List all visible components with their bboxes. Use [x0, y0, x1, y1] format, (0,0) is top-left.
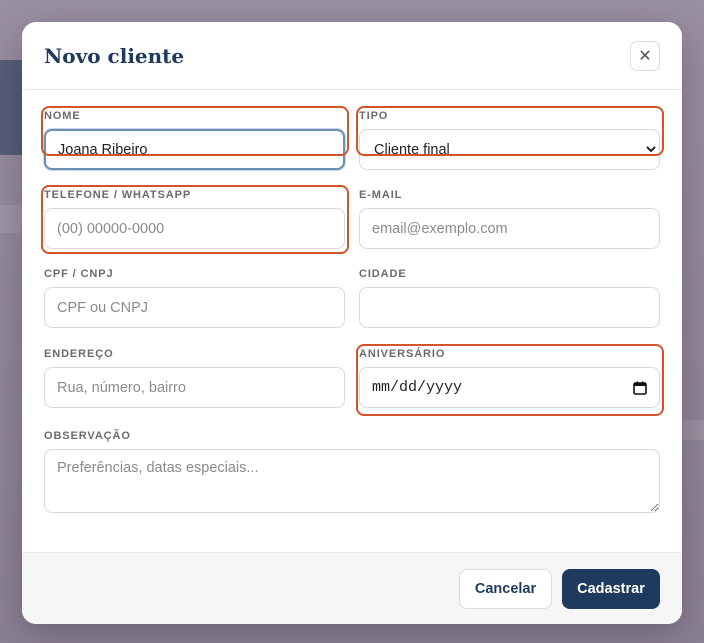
tipo-field: TIPO Cliente final — [359, 110, 660, 170]
observacao-label: OBSERVAÇÃO — [44, 430, 131, 442]
client-form: NOME TIPO Cliente final TELEFONE / WHATS… — [22, 90, 682, 552]
date-placeholder: mm/dd/yyyy — [372, 379, 463, 396]
close-icon: ✕ — [638, 46, 652, 65]
cidade-label: CIDADE — [359, 268, 407, 280]
observacao-field: OBSERVAÇÃO — [44, 430, 660, 518]
cidade-input[interactable] — [359, 287, 660, 328]
cidade-field: CIDADE — [359, 268, 660, 328]
cpf-input[interactable] — [44, 287, 345, 328]
email-label: E-MAIL — [359, 189, 403, 201]
telefone-input[interactable] — [44, 208, 345, 249]
tipo-label: TIPO — [359, 110, 389, 122]
nome-input[interactable] — [44, 129, 345, 170]
submit-button[interactable]: Cadastrar — [562, 569, 660, 609]
cancel-button[interactable]: Cancelar — [459, 569, 552, 609]
calendar-icon[interactable] — [633, 381, 647, 395]
telefone-field: TELEFONE / WHATSAPP — [44, 189, 345, 249]
aniversario-field: ANIVERSÁRIO mm/dd/yyyy — [359, 348, 660, 408]
aniversario-label: ANIVERSÁRIO — [359, 348, 446, 360]
aniversario-date-input[interactable]: mm/dd/yyyy — [359, 367, 660, 408]
background-element — [682, 420, 704, 440]
nome-field: NOME — [44, 110, 345, 170]
close-button[interactable]: ✕ — [630, 40, 660, 71]
email-field: E-MAIL — [359, 189, 660, 249]
cpf-field: CPF / CNPJ — [44, 268, 345, 328]
background-panel — [0, 60, 22, 155]
dialog-header: Novo cliente ✕ — [22, 22, 682, 90]
nome-label: NOME — [44, 110, 81, 122]
email-input[interactable] — [359, 208, 660, 249]
tipo-select[interactable]: Cliente final — [359, 129, 660, 170]
background-element — [0, 205, 22, 233]
endereco-label: ENDEREÇO — [44, 348, 114, 360]
endereco-input[interactable] — [44, 367, 345, 408]
observacao-textarea[interactable] — [44, 449, 660, 513]
cpf-label: CPF / CNPJ — [44, 268, 114, 280]
dialog-footer: Cancelar Cadastrar — [22, 552, 682, 624]
telefone-label: TELEFONE / WHATSAPP — [44, 189, 192, 201]
new-client-dialog: Novo cliente ✕ NOME TIPO Cliente final T… — [22, 22, 682, 624]
endereco-field: ENDEREÇO — [44, 348, 345, 408]
dialog-title: Novo cliente — [44, 43, 185, 68]
